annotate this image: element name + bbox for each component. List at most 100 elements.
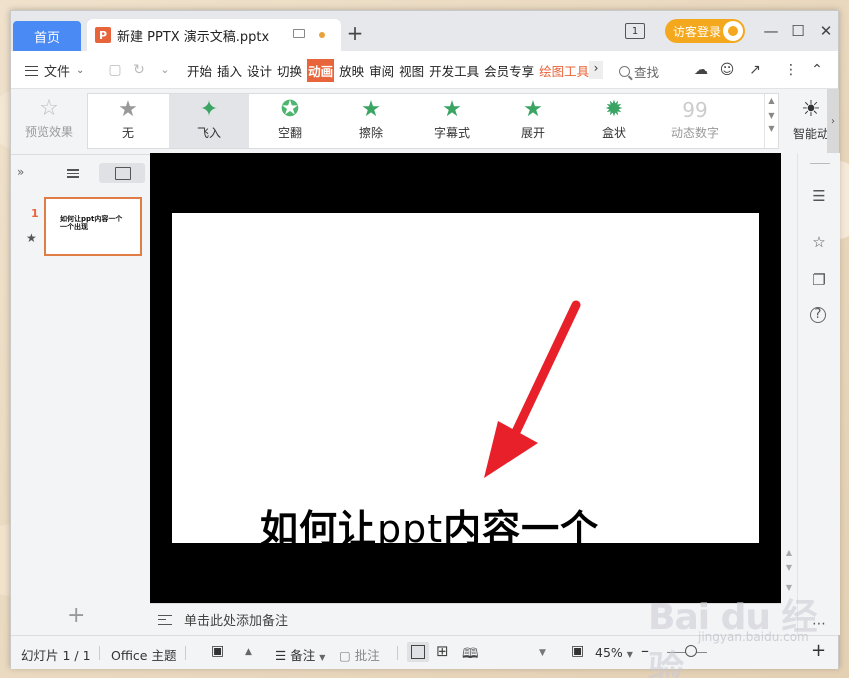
effect-label: 动态数字 [670,126,719,140]
slides-pane: » 1 ★ 如何让ppt内容一个一个出现 + [11,155,150,635]
tab-slideshow[interactable]: 放映 [339,61,364,80]
tab-developer[interactable]: 开发工具 [429,61,479,80]
tab-animation[interactable]: 动画 [307,58,335,82]
new-tab-plus-icon[interactable]: + [345,23,365,43]
share-icon[interactable]: ↗ [747,62,763,78]
expand-pane-icon[interactable]: » [17,165,24,179]
effect-none[interactable]: ★ 无 [88,94,168,148]
tab-home[interactable]: 开始 [187,61,212,80]
hamburger-icon [25,65,38,76]
gallery-scrollbar[interactable]: ▲ ▼ ▼ [764,94,778,148]
fit-window-icon[interactable]: ▣ [571,643,584,659]
monitor-icon[interactable] [293,29,305,38]
scroll-down-icon[interactable]: ▼ [781,583,797,592]
play-caret-icon[interactable]: ▼ [539,648,546,658]
slide-thumbnail-title: 如何让ppt内容一个一个出现 [60,215,123,231]
slide-counter: 幻灯片 1 / 1 [21,648,91,663]
tab-transition[interactable]: 切换 [277,61,302,80]
dynamic-number-icon: 99 [682,98,708,122]
smart-animation-button[interactable]: ☀ 智能动 [791,95,831,142]
effect-flip[interactable]: ✪ 空翻 [250,94,330,148]
tab-drawing-tools[interactable]: 绘图工具 [539,61,589,80]
tab-view[interactable]: 视图 [399,61,424,80]
effect-label: 飞入 [196,126,221,140]
search-box[interactable]: 查找 [619,62,659,81]
file-menu[interactable]: 文件 ⌄ [25,61,84,80]
slide-title-text[interactable]: 如何让ppt内容一个 [260,498,599,543]
notes-toggle-button[interactable]: ☰ 备注 ▼ [275,645,325,664]
package-icon[interactable]: ▣ [211,643,224,659]
effect-expand[interactable]: ★ 展开 [493,94,573,148]
zoom-in-icon[interactable]: + [811,640,826,661]
tab-insert[interactable]: 插入 [217,61,242,80]
effect-box[interactable]: ✹ 盒状 [574,94,654,148]
animation-ribbon: ☆ 预览效果 ★ 无 ✦ 飞入 ✪ 空翻 ★ 擦除 ★ 字幕式 ★ 展开 ✹ 盒… [11,89,839,155]
rail-more-icon[interactable]: ⋯ [810,615,828,633]
notes-bar[interactable]: 单击此处添加备注 [150,603,781,635]
theme-name[interactable]: Office 主题 [111,645,176,664]
effect-label: 空翻 [277,126,302,140]
tab-member[interactable]: 会员专享 [484,61,534,80]
slide-title-part: 如何让 [260,507,378,543]
vertical-scrollbar[interactable]: ▲ ▼ ▼ [781,153,797,603]
outline-view-icon[interactable] [63,167,79,181]
redo-icon[interactable]: ↻ [131,62,147,78]
reading-view-button[interactable]: 🕮 [459,642,481,662]
tab-review[interactable]: 审阅 [369,61,394,80]
guest-login-button[interactable]: 访客登录 [665,19,745,43]
normal-view-button[interactable] [407,642,429,662]
document-tab[interactable]: P 新建 PPTX 演示文稿.pptx [87,19,341,51]
preview-effect-button[interactable]: ☆ 预览效果 [21,95,77,140]
current-slide[interactable]: 如何让ppt内容一个 [172,213,759,543]
avatar-icon [723,21,743,41]
home-tab[interactable]: 首页 [13,21,81,51]
star-wipe-icon: ★ [361,97,381,122]
properties-sliders-icon[interactable]: ☰ [810,187,828,205]
quick-access-more-icon[interactable]: ⌄ [157,62,173,78]
caret-up-icon[interactable]: ▲ [245,647,252,657]
animation-pane-star-icon[interactable]: ☆ [810,233,828,251]
more-options-icon[interactable]: ⋮ [783,62,799,78]
scroll-up-icon[interactable]: ▲ [781,548,797,557]
unsaved-dot-icon [319,32,325,38]
effect-wipe[interactable]: ★ 擦除 [331,94,411,148]
zoom-value: 45% [595,645,623,660]
slide-thumbnail[interactable]: 如何让ppt内容一个一个出现 [44,197,142,256]
guest-login-label: 访客登录 [673,24,722,39]
thumbnail-view-icon[interactable] [99,163,145,183]
comments-label: 批注 [354,648,380,663]
minimize-icon[interactable]: — [761,21,781,41]
maximize-icon[interactable]: ☐ [788,21,808,41]
status-divider [99,646,100,660]
save-icon[interactable]: ▢ [107,62,123,78]
slide-canvas: 如何让ppt内容一个 [150,153,781,603]
grid-view-icon: ⊞ [436,642,449,660]
animation-star-icon: ★ [26,231,37,245]
star-flip-icon: ✪ [280,97,300,122]
help-icon[interactable]: ? [810,307,826,323]
status-divider [185,646,186,660]
slide-switch-icon[interactable]: ❐ [810,271,828,289]
zoom-out-icon[interactable]: – [641,641,649,660]
menu-bar: 文件 ⌄ ▢ ↻ ⌄ 开始 插入 设计 切换 动画 放映 审阅 视图 开发工具 … [11,51,838,89]
add-slide-plus-icon[interactable]: + [67,603,85,628]
scroll-down-icon[interactable]: ▼ [781,563,797,572]
file-menu-label: 文件 [44,65,71,80]
slide-number: 1 [31,207,39,220]
zoom-level[interactable]: 45% ▼ [595,645,633,660]
tabs-more-chevron-icon[interactable]: › [589,61,603,79]
zoom-slider-handle[interactable] [685,645,697,657]
effect-credits[interactable]: ★ 字幕式 [412,94,492,148]
share-user-icon[interactable]: ☺ [719,62,735,78]
comments-button[interactable]: ▢ 批注 [339,645,380,664]
effect-dynamic-number[interactable]: 99 动态数字 [655,94,735,148]
star-none-icon: ★ [118,97,138,122]
tab-design[interactable]: 设计 [247,61,272,80]
cloud-sync-icon[interactable]: ☁ [693,62,709,78]
close-icon[interactable]: ✕ [816,21,836,41]
effect-fly-in[interactable]: ✦ 飞入 [169,94,249,148]
slide-sorter-button[interactable]: ⊞ [433,642,455,662]
ribbon-scroll-right-icon[interactable]: › [827,89,839,155]
collapse-ribbon-icon[interactable]: ⌃ [809,62,825,78]
window-count-icon[interactable]: 1 [625,23,645,39]
